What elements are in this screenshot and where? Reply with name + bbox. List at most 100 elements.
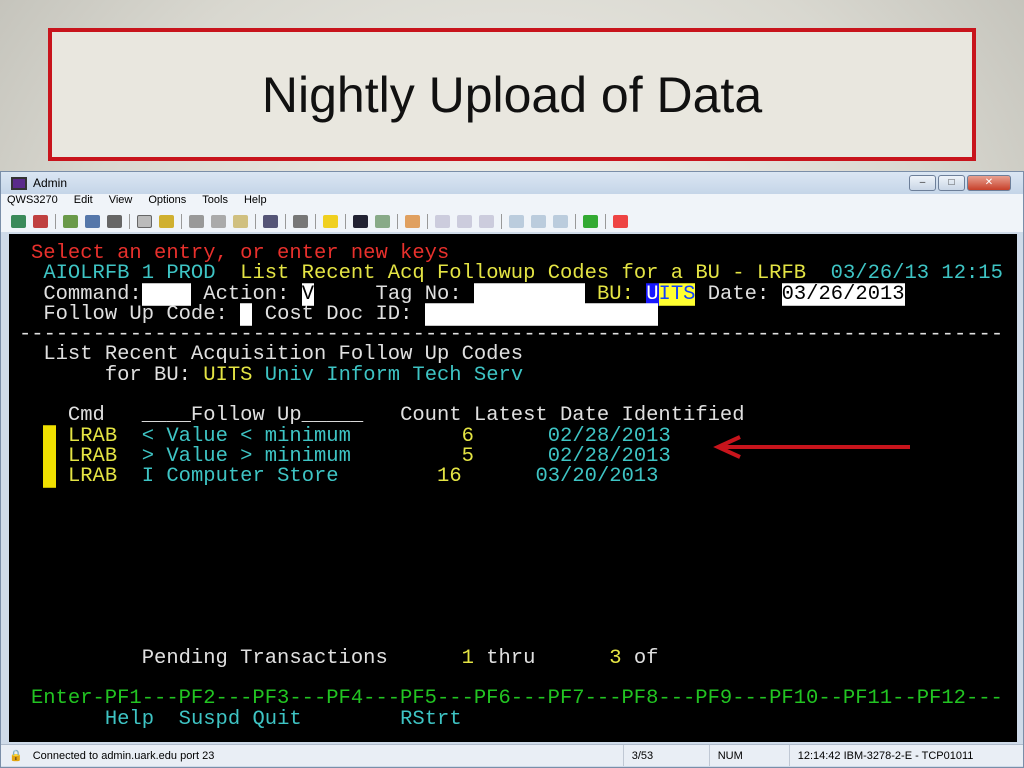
menu-help[interactable]: Help (244, 194, 267, 210)
red-arrow-annotation (713, 435, 910, 459)
col-cmd: Cmd (67, 404, 105, 427)
menu-edit[interactable]: Edit (74, 194, 93, 210)
view1-icon[interactable] (509, 214, 524, 228)
list-title: List Recent Acquisition Follow Up Codes (43, 343, 524, 366)
terminal-window: Admin – □ ✕ QWS3270 Edit View Options To… (0, 171, 1024, 768)
panel2-icon[interactable] (457, 214, 472, 228)
monitor-icon[interactable] (353, 214, 368, 228)
menu-view[interactable]: View (109, 194, 133, 210)
window-titlebar: Admin – □ ✕ (1, 172, 1023, 194)
screen-datetime: 03/26/13 12:15 (830, 262, 1003, 285)
pending-label: Pending Transactions (141, 647, 388, 670)
menu-bar: QWS3270 Edit View Options Tools Help (1, 194, 1023, 210)
pending-to: 3 (609, 647, 622, 670)
input-row-1: Command: Action: V Tag No: BU: UITS Date… (31, 283, 905, 306)
table-row: LRAB I Computer Store 16 03/20/2013 (31, 465, 659, 488)
bu-input[interactable]: ITS (658, 283, 696, 306)
menu-qws3270[interactable]: QWS3270 (7, 194, 58, 210)
connect-icon[interactable] (11, 214, 26, 228)
toolbar-separator (427, 213, 428, 229)
slide-title: Nightly Upload of Data (261, 66, 763, 123)
num-lock-indicator: NUM (708, 745, 789, 766)
cut-icon[interactable] (189, 214, 204, 228)
menu-options[interactable]: Options (148, 194, 186, 210)
pending-thru: thru (486, 647, 536, 670)
row-date: 03/20/2013 (535, 465, 659, 488)
key-icon[interactable] (375, 214, 390, 228)
warning-icon[interactable] (323, 214, 338, 228)
toolbar-separator (397, 213, 398, 229)
terminal-header-row: AIOLRFB 1 PROD List Recent Acq Followup … (31, 262, 1003, 285)
row-cmd: LRAB (67, 465, 118, 488)
copy-icon[interactable] (211, 214, 226, 228)
pf1-help[interactable]: Help (105, 708, 154, 731)
screen-id: AIOLRFB 1 PROD (43, 262, 216, 285)
window-title: Admin (33, 176, 68, 190)
pending-from: 1 (461, 647, 474, 670)
divider: ----------------------------------------… (19, 323, 1004, 346)
toolbar-separator (255, 213, 256, 229)
pf3-quit[interactable]: Quit (252, 708, 301, 731)
toolbar (1, 210, 1023, 232)
date-label: Date: (707, 283, 770, 306)
pf6-restart[interactable]: RStrt (400, 708, 462, 731)
screen-icon[interactable] (85, 214, 100, 228)
status-bar: 🔒 Connected to admin.uark.edu port 23 3/… (1, 744, 1023, 766)
macro-icon[interactable] (293, 214, 308, 228)
toolbar-separator (181, 213, 182, 229)
time-terminal-type: 12:14:42 IBM-3278-2-E - TCP01011 (788, 745, 982, 766)
disconnect-icon[interactable] (33, 214, 48, 228)
col-followup: ____Follow Up_____ (141, 404, 364, 427)
terminal-screen[interactable]: Select an entry, or enter new keys AIOLR… (9, 234, 1017, 742)
app-icon (11, 176, 27, 190)
pf-key-line: Enter-PF1---PF2---PF3---PF4---PF5---PF6-… (31, 687, 1003, 710)
paste-icon[interactable] (233, 214, 248, 228)
menu-tools[interactable]: Tools (202, 194, 228, 210)
toolbar-separator (575, 213, 576, 229)
row-followup: I Computer Store (141, 465, 339, 488)
home-icon[interactable] (405, 214, 420, 228)
pf-labels-row: Help Suspd Quit RStrt (31, 708, 462, 731)
toolbar-separator (129, 213, 130, 229)
pf2-suspend[interactable]: Suspd (179, 708, 241, 731)
connection-status: Connected to admin.uark.edu port 23 (32, 749, 215, 762)
toolbar-separator (605, 213, 606, 229)
toolbar-separator (315, 213, 316, 229)
transfer-icon[interactable] (63, 214, 78, 228)
close-button[interactable]: ✕ (967, 175, 1011, 191)
lock-icon: 🔒 (9, 750, 23, 762)
col-latest-date: Latest Date Identified (473, 404, 745, 427)
input-row-2: Follow Up Code: Cost Doc ID: (31, 303, 659, 326)
row-count: 16 (437, 465, 462, 488)
for-bu-name: Univ Inform Tech Serv (264, 364, 524, 387)
slide-title-box: Nightly Upload of Data (48, 28, 976, 161)
toolbar-separator (285, 213, 286, 229)
toolbar-separator (345, 213, 346, 229)
view2-icon[interactable] (531, 214, 546, 228)
pending-row: Pending Transactions 1 thru 3 of (31, 647, 659, 670)
pending-of: of (633, 647, 659, 670)
list-title-row: List Recent Acquisition Follow Up Codes (31, 343, 524, 366)
spellcheck-icon[interactable] (613, 214, 628, 228)
panel1-icon[interactable] (435, 214, 450, 228)
sort-icon[interactable] (159, 214, 174, 228)
for-bu-row: for BU: UITS Univ Inform Tech Serv (31, 364, 524, 387)
panel3-icon[interactable] (479, 214, 494, 228)
maximize-button[interactable]: □ (938, 175, 965, 191)
print-icon[interactable] (107, 214, 122, 228)
minimize-button[interactable]: – (909, 175, 936, 191)
column-header-row: Cmd ____Follow Up_____ Count Latest Date… (31, 404, 745, 427)
view3-icon[interactable] (553, 214, 568, 228)
terminal-message-row: Select an entry, or enter new keys (31, 243, 449, 264)
col-count: Count (400, 404, 462, 427)
table-row: LRAB > Value > minimum 5 02/28/2013 (31, 445, 671, 468)
date-input[interactable]: 03/26/2013 (781, 283, 905, 306)
screen-title: List Recent Acq Followup Codes for a BU … (240, 262, 807, 285)
table-row: LRAB < Value < minimum 6 02/28/2013 (31, 425, 671, 448)
for-bu-code: UITS (203, 364, 253, 387)
keyboard-icon[interactable] (263, 214, 278, 228)
capture-icon[interactable] (137, 214, 152, 228)
network-icon[interactable] (583, 214, 598, 228)
cursor-position: 3/53 (622, 745, 709, 766)
row-select-input[interactable] (43, 465, 56, 488)
